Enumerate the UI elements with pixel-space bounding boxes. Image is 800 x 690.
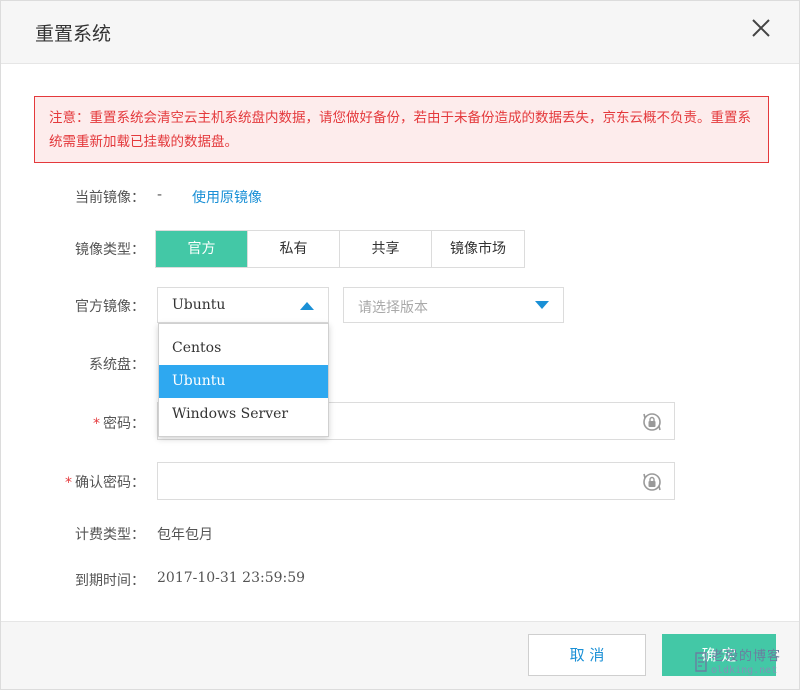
close-icon[interactable] [749, 16, 773, 40]
lock-refresh-icon[interactable] [642, 471, 662, 493]
os-select-value: Ubuntu [172, 297, 226, 313]
system-disk-label: 系统盘： [89, 357, 145, 373]
reset-system-dialog: 重置系统 注意：重置系统会清空云主机系统盘内数据，请您做好备份，若由于未备份造成… [0, 0, 800, 690]
dropdown-option-windows-server[interactable]: Windows Server [159, 398, 328, 431]
dialog-header: 重置系统 [1, 1, 799, 64]
required-mark: * [93, 416, 100, 432]
billing-type-label: 计费类型： [75, 527, 145, 543]
caret-down-icon [535, 301, 549, 309]
required-mark: * [65, 475, 72, 491]
expiry-label: 到期时间： [75, 573, 145, 589]
expiry-value: 2017-10-31 23:59:59 [157, 570, 306, 586]
os-select[interactable]: Ubuntu [157, 287, 329, 323]
lock-refresh-icon[interactable] [642, 411, 662, 433]
caret-up-icon [300, 302, 314, 310]
current-image-label: 当前镜像： [75, 190, 145, 206]
billing-type-value: 包年包月 [157, 527, 213, 543]
watermark-url: oldking.net [711, 665, 778, 676]
password-label-text: 密码： [103, 416, 145, 432]
confirm-password-label-text: 确认密码： [75, 475, 145, 491]
dropdown-option-ubuntu[interactable]: Ubuntu [159, 365, 328, 398]
os-dropdown-menu: Centos Ubuntu Windows Server [158, 323, 329, 437]
image-type-label: 镜像类型： [75, 242, 145, 258]
official-image-label: 官方镜像： [75, 299, 145, 315]
tab-shared[interactable]: 共享 [340, 231, 432, 267]
password-label: * 密码： [61, 413, 145, 433]
version-select-placeholder: 请选择版本 [358, 300, 428, 316]
tab-official[interactable]: 官方 [156, 231, 248, 267]
dropdown-option-centos[interactable]: Centos [159, 332, 328, 365]
tab-private[interactable]: 私有 [248, 231, 340, 267]
cancel-button[interactable]: 取 消 [528, 634, 646, 676]
warning-notice: 注意：重置系统会清空云主机系统盘内数据，请您做好备份，若由于未备份造成的数据丢失… [34, 96, 769, 163]
use-original-image-link[interactable]: 使用原镜像 [192, 187, 262, 207]
watermark: 老殁的博客 oldking.net [693, 643, 795, 683]
tab-image-market[interactable]: 镜像市场 [432, 231, 524, 267]
watermark-text: 老殁的博客 [711, 649, 782, 664]
version-select[interactable]: 请选择版本 [343, 287, 564, 323]
dialog-title: 重置系统 [35, 23, 112, 45]
watermark-logo-icon [695, 652, 707, 672]
confirm-password-input[interactable] [157, 462, 675, 500]
image-type-tabs: 官方 私有 共享 镜像市场 [155, 230, 525, 268]
current-image-value: - [157, 187, 163, 203]
confirm-password-label: * 确认密码： [41, 472, 145, 492]
